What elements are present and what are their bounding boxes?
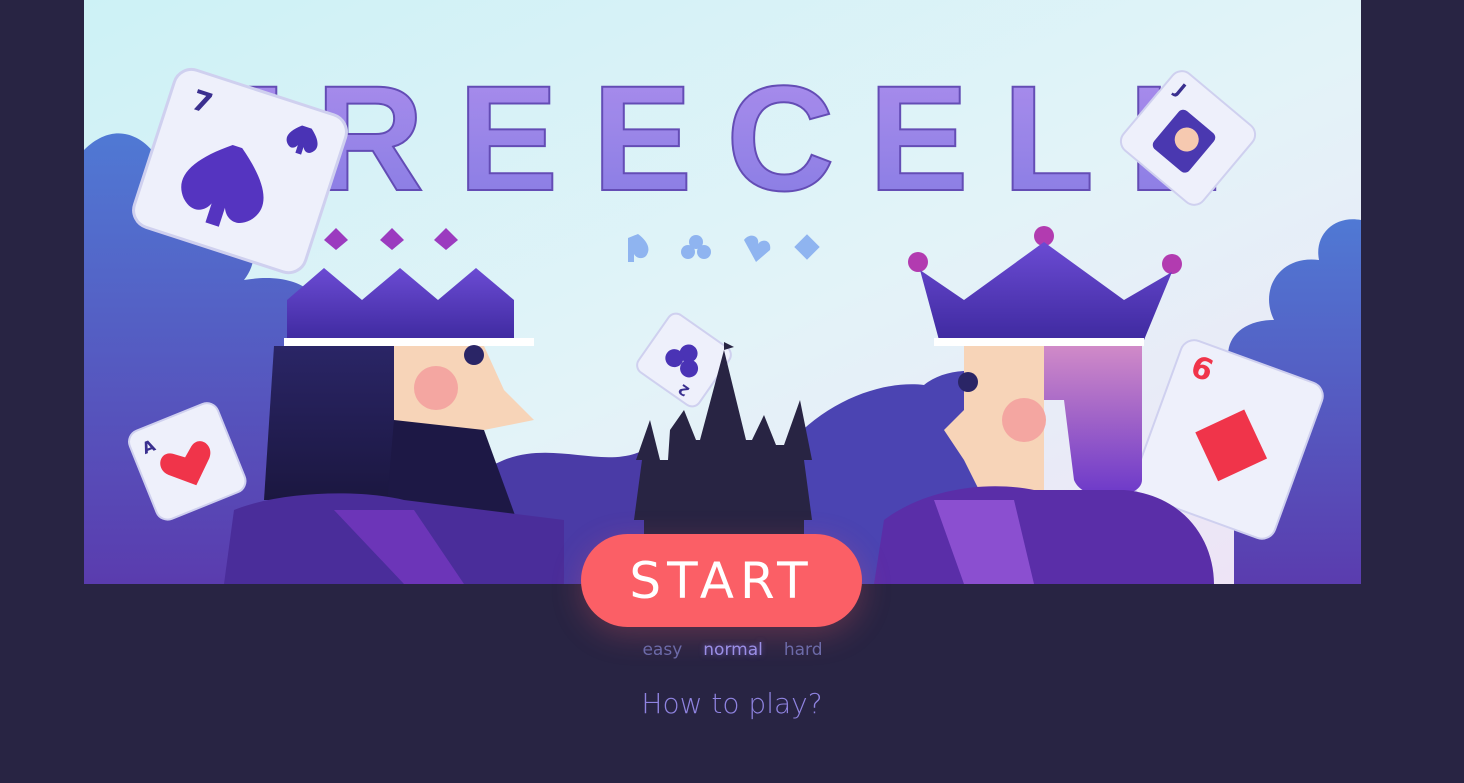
hero-illustration: FREECELL 7 J 2 A 6 <box>84 0 1361 584</box>
svg-text:FREECELL: FREECELL <box>190 54 1254 222</box>
difficulty-selector: easy normal hard <box>0 640 1464 660</box>
difficulty-hard[interactable]: hard <box>783 640 823 660</box>
difficulty-easy[interactable]: easy <box>641 640 682 660</box>
difficulty-normal[interactable]: normal <box>702 640 763 660</box>
start-button[interactable]: START <box>581 534 862 627</box>
game-title: FREECELL <box>189 53 1254 223</box>
how-to-play-link[interactable]: How to play? <box>0 687 1464 720</box>
